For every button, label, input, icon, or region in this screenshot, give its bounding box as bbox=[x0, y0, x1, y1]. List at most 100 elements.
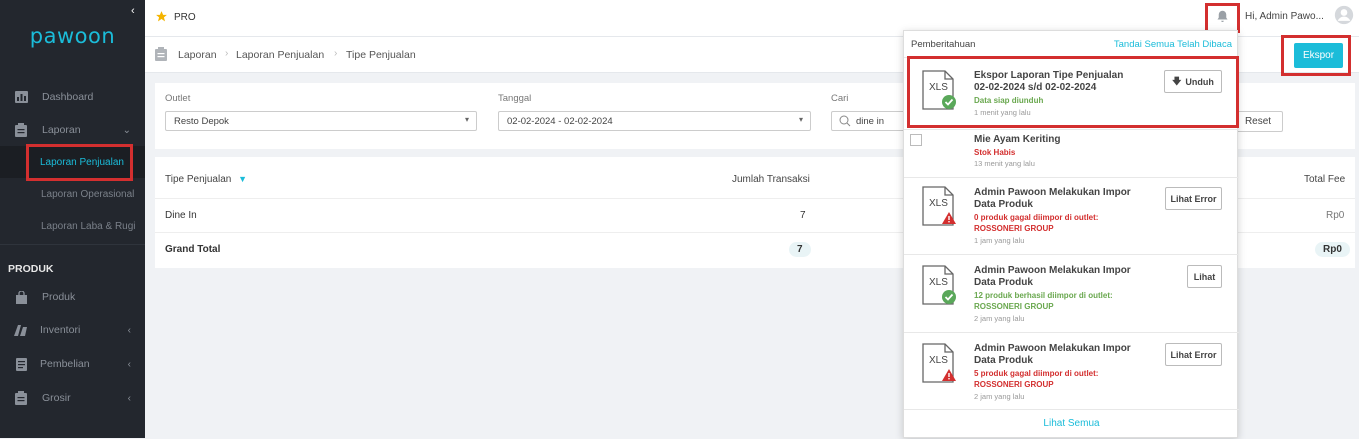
sidebar-item-laporan[interactable]: Laporan ⌄ bbox=[0, 115, 145, 145]
notification-item-time: 1 jam yang lalu bbox=[974, 236, 1025, 245]
xls-success-icon: XLS bbox=[922, 265, 956, 305]
notification-header: Pemberitahuan Tandai Semua Telah Dibaca bbox=[904, 31, 1239, 57]
breadcrumb-tipe-penjualan: Tipe Penjualan bbox=[346, 49, 416, 61]
breadcrumb-laporan-penjualan[interactable]: Laporan Penjualan bbox=[236, 49, 324, 61]
chevron-left-icon: ‹ bbox=[127, 392, 131, 404]
user-greeting[interactable]: Hi, Admin Pawo... bbox=[1245, 11, 1324, 22]
sidebar-item-label: Produk bbox=[42, 291, 76, 303]
export-button[interactable]: Ekspor bbox=[1294, 43, 1343, 68]
sidebar-item-inventori[interactable]: Inventori ‹ bbox=[0, 315, 145, 345]
xls-error-icon: XLS bbox=[922, 186, 956, 226]
notification-item[interactable]: Mie Ayam Keriting Stok Habis 13 menit ya… bbox=[904, 129, 1239, 177]
view-button[interactable]: Lihat bbox=[1187, 265, 1222, 288]
sidebar-item-grosir[interactable]: Grosir ‹ bbox=[0, 383, 145, 413]
notification-item-title: Admin Pawoon Melakukan Impor Data Produk bbox=[974, 187, 1131, 210]
reset-button[interactable]: Reset bbox=[1233, 111, 1283, 132]
file-type-label: XLS bbox=[929, 198, 948, 209]
chevron-right-icon: › bbox=[334, 48, 338, 59]
caret-down-icon: ▾ bbox=[798, 115, 803, 124]
date-value: 02-02-2024 - 02-02-2024 bbox=[507, 116, 613, 127]
sidebar: ‹ pawoon Dashboard Laporan ⌄ Laporan Pen… bbox=[0, 0, 145, 438]
column-header-jumlah: Jumlah Transaksi bbox=[732, 174, 810, 185]
bag-icon bbox=[14, 290, 28, 304]
view-error-button[interactable]: Lihat Error bbox=[1165, 343, 1222, 366]
notification-item[interactable]: XLS Admin Pawoon Melakukan Impor Data Pr… bbox=[904, 254, 1239, 332]
notification-title: Pemberitahuan bbox=[911, 39, 976, 50]
sidebar-item-dashboard[interactable]: Dashboard bbox=[0, 82, 145, 112]
chevron-right-icon: › bbox=[225, 48, 229, 59]
row-fee: Rp0 bbox=[1326, 210, 1345, 221]
search-label: Cari bbox=[831, 93, 849, 104]
sidebar-item-label: Dashboard bbox=[42, 91, 94, 103]
notification-item-status: 0 produk gagal diimpor di outlet: ROSSON… bbox=[974, 213, 1099, 233]
grand-total-count: 7 bbox=[789, 242, 811, 257]
bell-icon bbox=[1215, 9, 1230, 28]
sidebar-item-laporan-laba-rugi[interactable]: Laporan Laba & Rugi bbox=[0, 210, 145, 242]
row-type: Dine In bbox=[165, 210, 197, 221]
sidebar-item-produk[interactable]: Produk bbox=[0, 282, 145, 312]
view-error-button[interactable]: Lihat Error bbox=[1165, 187, 1222, 210]
column-header-tipe[interactable]: Tipe Penjualan ▼ bbox=[165, 174, 247, 185]
see-all-link[interactable]: Lihat Semua bbox=[904, 409, 1239, 439]
sidebar-item-pembelian[interactable]: Pembelian ‹ bbox=[0, 349, 145, 379]
clipboard-icon bbox=[14, 123, 28, 137]
notification-item-time: 2 jam yang lalu bbox=[974, 314, 1025, 323]
notification-item-status: Stok Habis bbox=[974, 148, 1016, 157]
sidebar-item-label: Laporan bbox=[42, 124, 81, 136]
notification-item-time: 2 jam yang lalu bbox=[974, 392, 1025, 401]
sidebar-item-laporan-operasional[interactable]: Laporan Operasional bbox=[0, 178, 145, 210]
clipboard-icon bbox=[14, 391, 28, 405]
broken-image-icon bbox=[910, 134, 922, 146]
chevron-left-icon: ‹ bbox=[127, 324, 131, 336]
plan-badge: PRO bbox=[174, 12, 196, 23]
xls-error-icon: XLS bbox=[922, 343, 956, 383]
sort-caret-icon: ▼ bbox=[238, 174, 248, 184]
box-icon bbox=[14, 323, 28, 337]
notification-item-title: Admin Pawoon Melakukan Impor Data Produk bbox=[974, 265, 1131, 288]
outlet-label: Outlet bbox=[165, 93, 191, 104]
notification-bell-button[interactable] bbox=[1205, 3, 1240, 33]
sidebar-item-label: Grosir bbox=[42, 392, 71, 404]
divider bbox=[0, 244, 145, 245]
sidebar-item-label: Laporan Laba & Rugi bbox=[41, 220, 136, 232]
sidebar-collapse-icon[interactable]: ‹ bbox=[131, 5, 135, 17]
notification-item-title: Mie Ayam Keriting bbox=[974, 134, 1061, 145]
notification-item-status: 5 produk gagal diimpor di outlet: ROSSON… bbox=[974, 369, 1099, 389]
outlet-select[interactable]: Resto Depok ▾ bbox=[165, 111, 477, 131]
section-title-produk: PRODUK bbox=[8, 263, 54, 275]
notification-item-status: 12 produk berhasil diimpor di outlet: RO… bbox=[974, 291, 1113, 311]
grand-total-fee: Rp0 bbox=[1315, 242, 1350, 257]
notification-item[interactable]: XLS Admin Pawoon Melakukan Impor Data Pr… bbox=[904, 332, 1239, 409]
search-icon bbox=[839, 115, 851, 130]
pawoon-logo: pawoon bbox=[29, 24, 116, 48]
clipboard-icon bbox=[155, 47, 167, 64]
sidebar-item-label: Pembelian bbox=[40, 358, 90, 370]
file-type-label: XLS bbox=[929, 277, 948, 288]
dashboard-icon bbox=[14, 90, 28, 104]
caret-down-icon: ▾ bbox=[464, 115, 469, 124]
chevron-left-icon: ‹ bbox=[127, 358, 131, 370]
breadcrumb-laporan[interactable]: Laporan bbox=[178, 49, 217, 61]
notification-item[interactable]: XLS Admin Pawoon Melakukan Impor Data Pr… bbox=[904, 177, 1239, 254]
date-range-select[interactable]: 02-02-2024 - 02-02-2024 ▾ bbox=[498, 111, 811, 131]
receipt-icon bbox=[14, 357, 28, 371]
notification-item-time: 13 menit yang lalu bbox=[974, 159, 1035, 168]
column-header-fee: Total Fee bbox=[1304, 174, 1346, 185]
sidebar-item-label: Inventori bbox=[40, 324, 81, 336]
mark-all-read-link[interactable]: Tandai Semua Telah Dibaca bbox=[1114, 39, 1232, 50]
search-value: dine in bbox=[856, 116, 884, 127]
search-input[interactable]: dine in bbox=[831, 111, 911, 131]
file-type-label: XLS bbox=[929, 355, 948, 366]
star-icon bbox=[155, 10, 168, 26]
chevron-down-icon: ⌄ bbox=[122, 124, 131, 136]
user-circle-icon[interactable] bbox=[1334, 5, 1354, 28]
grand-total-label: Grand Total bbox=[165, 244, 221, 255]
row-count: 7 bbox=[800, 210, 806, 221]
highlight-box bbox=[26, 144, 133, 181]
column-header-label: Tipe Penjualan bbox=[165, 174, 232, 185]
date-label: Tanggal bbox=[498, 93, 532, 104]
outlet-value: Resto Depok bbox=[174, 116, 229, 127]
notification-item-title: Admin Pawoon Melakukan Impor Data Produk bbox=[974, 343, 1131, 366]
sidebar-item-label: Laporan Operasional bbox=[41, 188, 135, 200]
highlight-box bbox=[907, 56, 1239, 128]
